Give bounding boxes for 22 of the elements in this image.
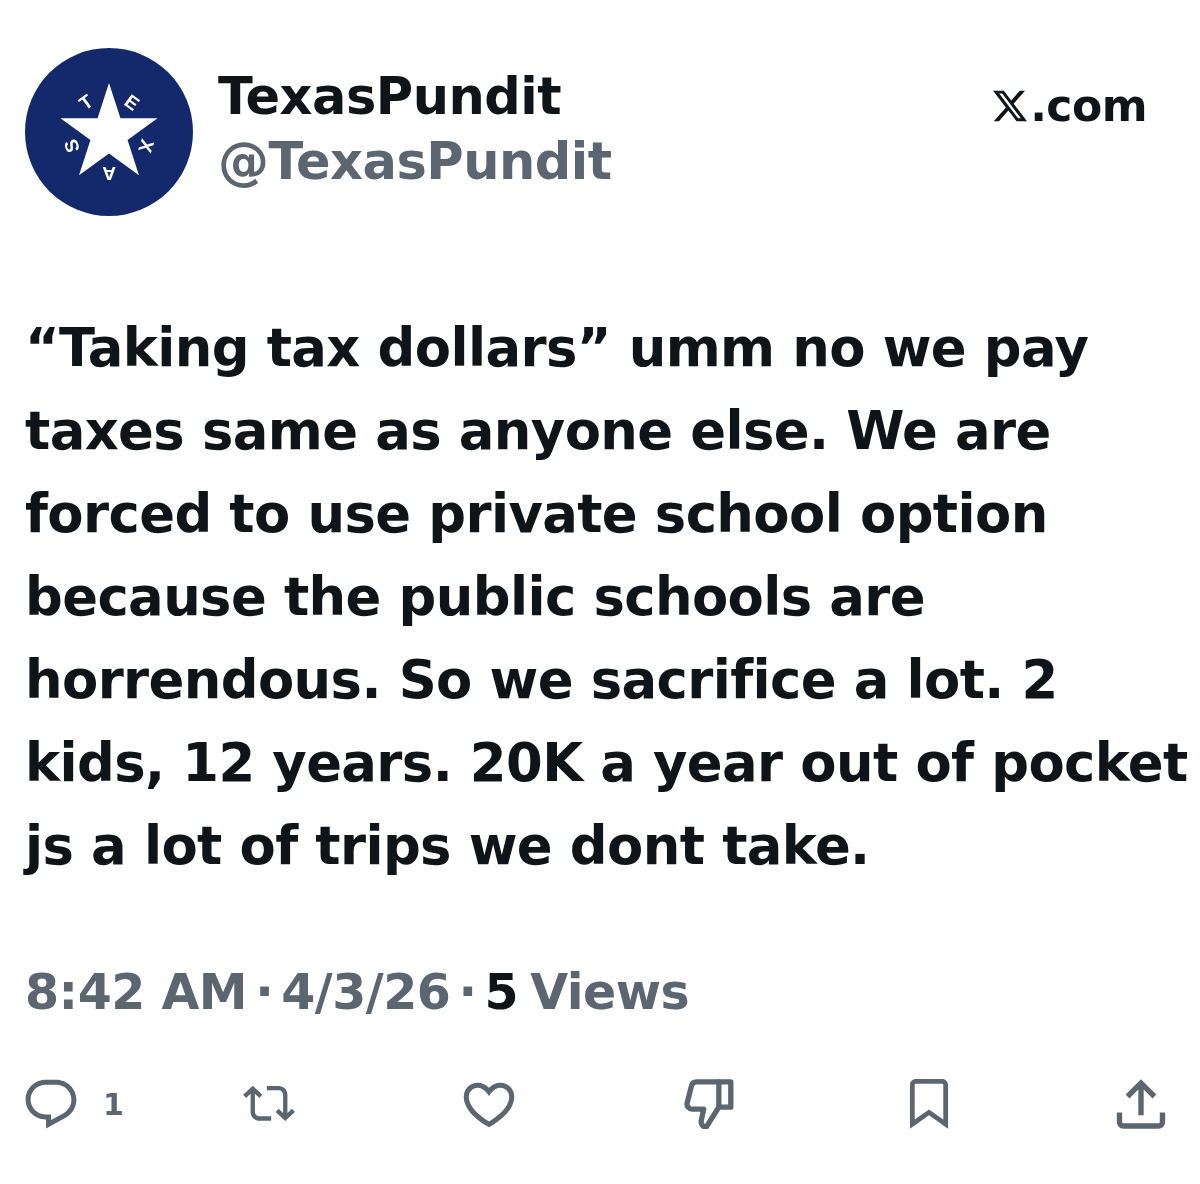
- user-handle: @TexasPundit: [218, 132, 612, 192]
- separator-dot: ·: [255, 965, 274, 1021]
- reply-icon: [25, 1079, 77, 1129]
- views-label: Views: [530, 965, 690, 1021]
- avatar-letter: T: [75, 90, 97, 115]
- avatar-letter: S: [59, 136, 84, 156]
- reply-button[interactable]: 1: [25, 1079, 124, 1129]
- x-logo-icon: [993, 90, 1028, 122]
- avatar-letter: E: [120, 90, 144, 115]
- separator-dot: ·: [458, 965, 477, 1021]
- share-button[interactable]: [1115, 1079, 1167, 1129]
- post-time: 8:42 AM: [25, 965, 248, 1021]
- dislike-icon: [683, 1079, 735, 1129]
- post-date: 4/3/26: [281, 965, 451, 1021]
- post-text: “Taking tax dollars” umm no we pay taxes same as anyone else. We are forced to use private school option because the public schools are horrendous. So we sacrifice a lot. 2 kids, 12 years. 20K a year out of pocket js a lot of trips we dont take.: [25, 316, 1189, 878]
- dislike-button[interactable]: [683, 1079, 735, 1129]
- share-icon: [1115, 1079, 1167, 1129]
- display-name: TexasPundit: [218, 68, 563, 126]
- views-count: 5: [484, 965, 519, 1021]
- avatar-letter: A: [102, 162, 116, 184]
- source-label: .com: [1030, 80, 1147, 132]
- avatar-letter: X: [134, 136, 159, 156]
